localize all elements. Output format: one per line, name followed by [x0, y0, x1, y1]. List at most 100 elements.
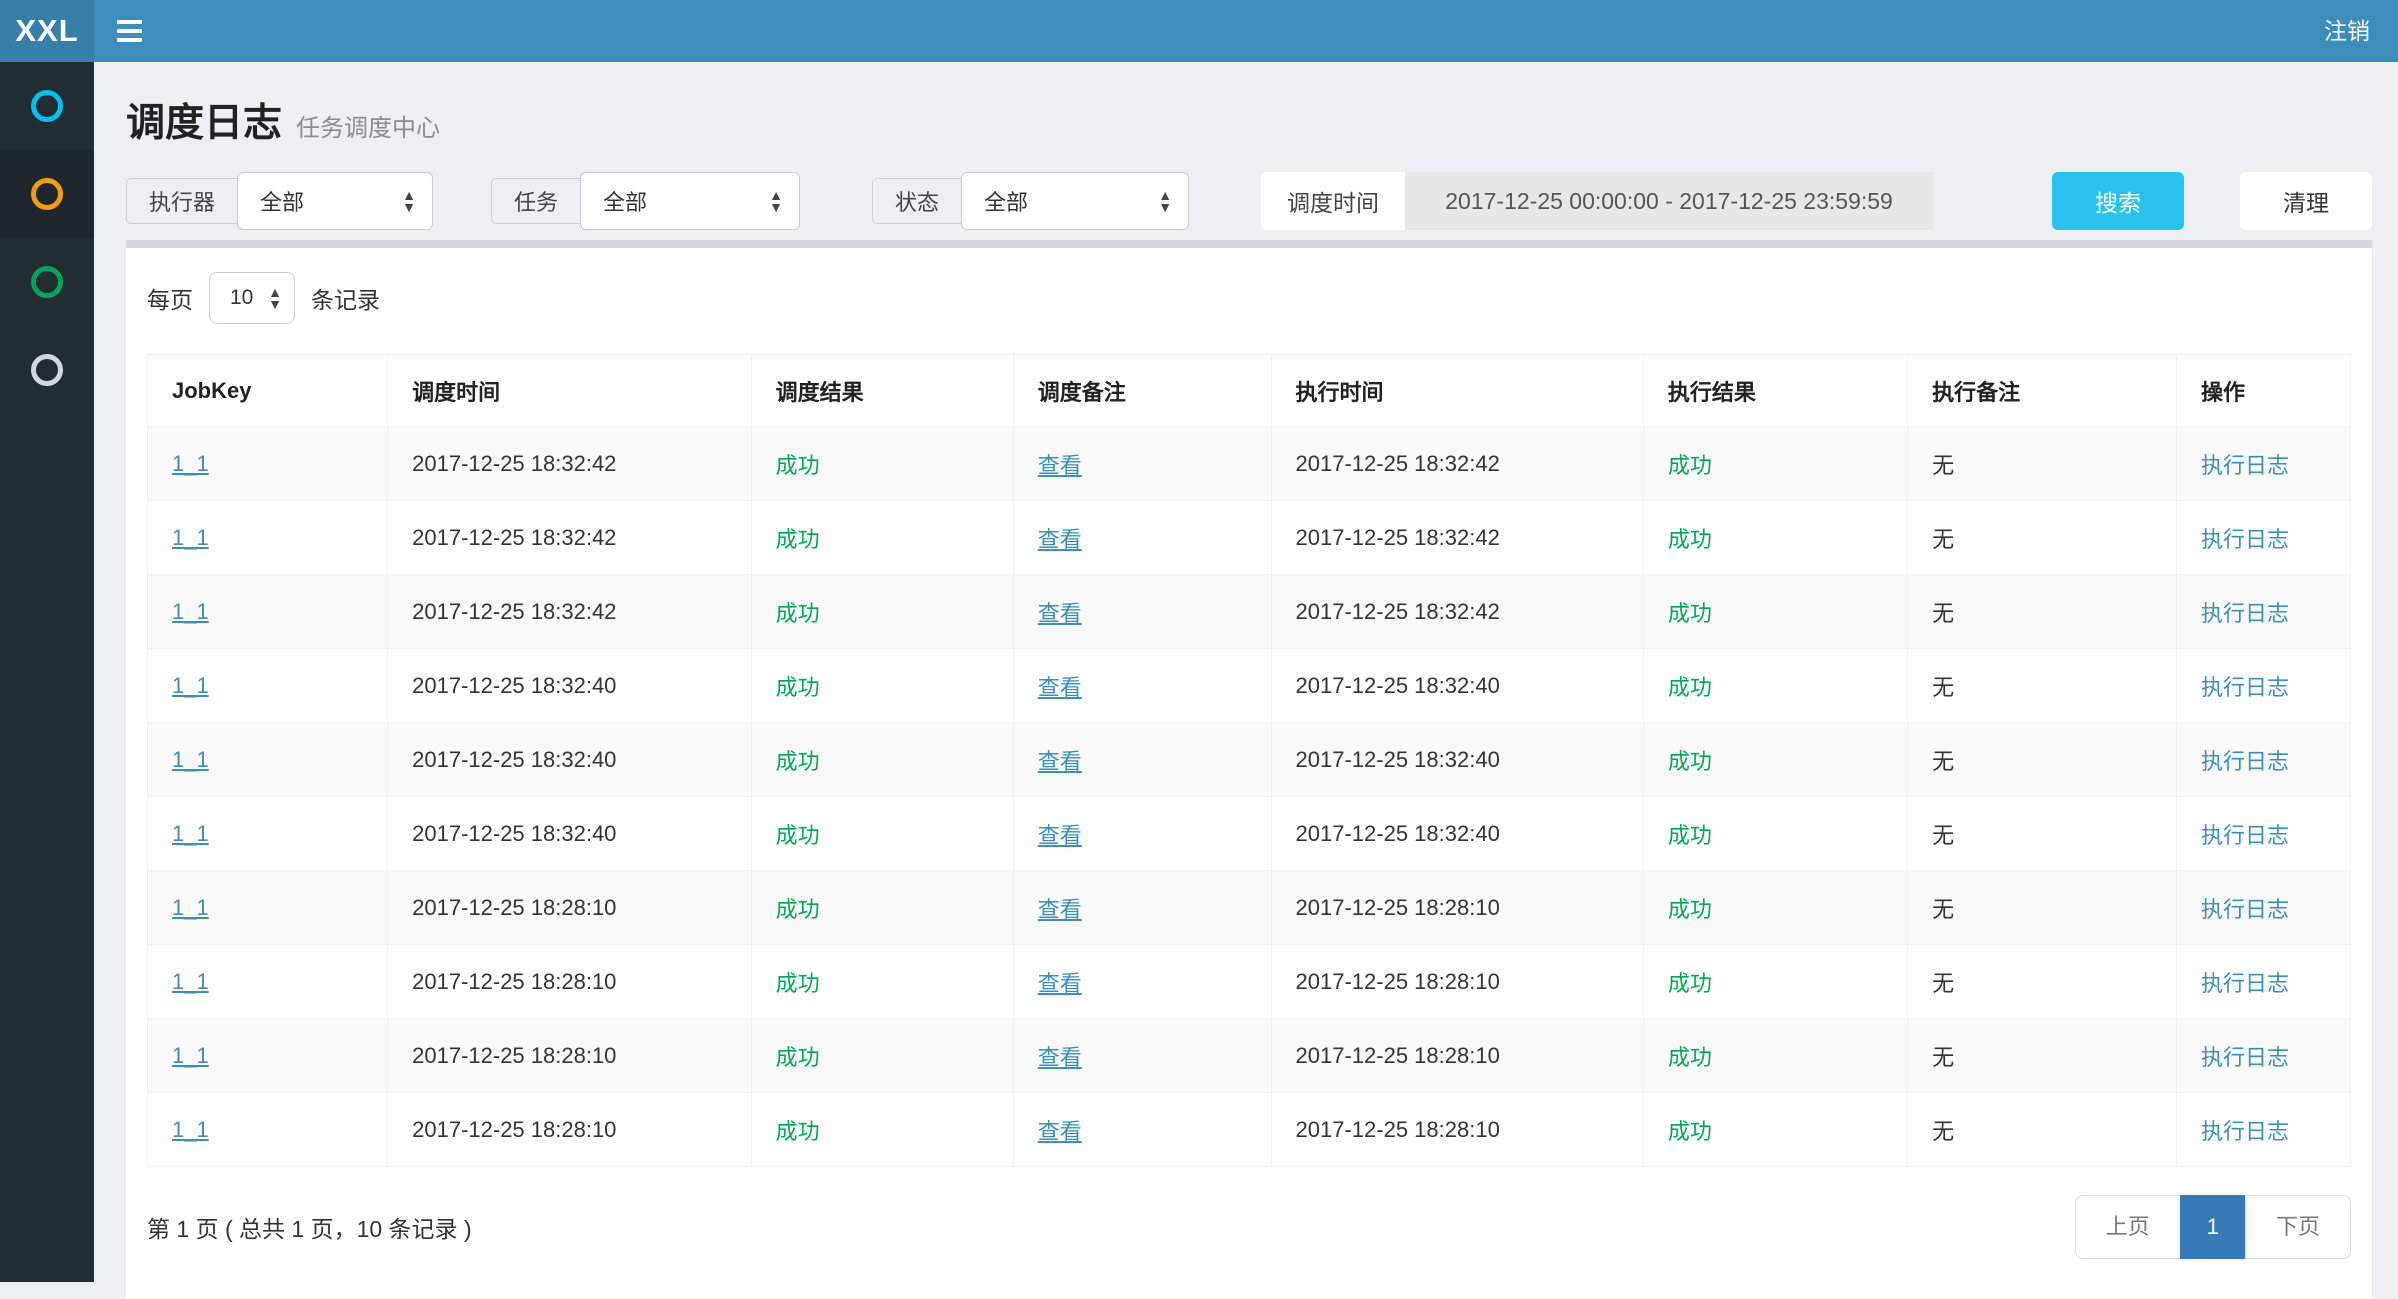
trigger-time-filter-label: 调度时间	[1261, 172, 1405, 230]
clear-logs-button[interactable]: 清理	[2240, 172, 2372, 230]
sidebar-toggle-button[interactable]	[102, 0, 156, 62]
trigger-msg-link[interactable]: 查看	[1038, 675, 1082, 700]
handle-result-cell: 成功	[1643, 871, 1907, 945]
handle-msg-cell: 无	[1908, 723, 2177, 797]
trigger-result-cell: 成功	[751, 871, 1013, 945]
log-table-panel: 每页 10 ▲▼ 条记录 JobKey调度时间调度结果调度备注执行时间执行结果执…	[126, 240, 2372, 1299]
execution-log-link[interactable]: 执行日志	[2201, 897, 2289, 922]
trigger-msg-link[interactable]: 查看	[1038, 527, 1082, 552]
trigger-time-cell: 2017-12-25 18:32:40	[388, 723, 751, 797]
handle-result-cell: 成功	[1643, 427, 1907, 501]
job-key-link[interactable]: 1_1	[172, 969, 209, 994]
execution-log-link[interactable]: 执行日志	[2201, 1045, 2289, 1070]
trigger-time-cell: 2017-12-25 18:32:40	[388, 797, 751, 871]
handle-result-cell: 成功	[1643, 1019, 1907, 1093]
job-key-link[interactable]: 1_1	[172, 673, 209, 698]
trigger-msg-link[interactable]: 查看	[1038, 601, 1082, 626]
job-key-link[interactable]: 1_1	[172, 747, 209, 772]
trigger-time-cell: 2017-12-25 18:32:40	[388, 649, 751, 723]
job-key-link[interactable]: 1_1	[172, 895, 209, 920]
execution-log-link[interactable]: 执行日志	[2201, 1119, 2289, 1144]
handle-result-cell: 成功	[1643, 649, 1907, 723]
handle-msg-cell: 无	[1908, 1019, 2177, 1093]
trigger-msg-link[interactable]: 查看	[1038, 749, 1082, 774]
trigger-time-cell: 2017-12-25 18:28:10	[388, 871, 751, 945]
prev-page-button[interactable]: 上页	[2075, 1195, 2181, 1259]
circle-icon	[31, 354, 63, 386]
executor-select-value: 全部	[260, 185, 304, 217]
select-arrows-icon: ▲▼	[384, 189, 416, 213]
trigger-msg-link[interactable]: 查看	[1038, 897, 1082, 922]
job-key-link[interactable]: 1_1	[172, 451, 209, 476]
executor-select[interactable]: 全部 ▲▼	[237, 172, 433, 230]
execution-log-link[interactable]: 执行日志	[2201, 675, 2289, 700]
execution-log-link[interactable]: 执行日志	[2201, 971, 2289, 996]
circle-icon	[31, 178, 63, 210]
job-key-link[interactable]: 1_1	[172, 1117, 209, 1142]
page-size-value: 10	[230, 286, 253, 310]
handle-time-cell: 2017-12-25 18:28:10	[1271, 1093, 1643, 1167]
handle-msg-cell: 无	[1908, 427, 2177, 501]
circle-icon	[31, 266, 63, 298]
table-row: 1_1 2017-12-25 18:28:10 成功 查看 2017-12-25…	[148, 1093, 2351, 1167]
logout-link[interactable]: 注销	[2296, 0, 2398, 62]
search-button[interactable]: 搜索	[2052, 172, 2184, 230]
status-select[interactable]: 全部 ▲▼	[961, 172, 1189, 230]
trigger-result-cell: 成功	[751, 501, 1013, 575]
hamburger-icon	[117, 38, 142, 42]
sidebar-item-2[interactable]	[0, 150, 94, 238]
column-header: 执行结果	[1643, 355, 1907, 427]
table-row: 1_1 2017-12-25 18:28:10 成功 查看 2017-12-25…	[148, 1019, 2351, 1093]
trigger-msg-link[interactable]: 查看	[1038, 971, 1082, 996]
handle-msg-cell: 无	[1908, 649, 2177, 723]
executor-filter-group: 执行器 全部 ▲▼	[126, 172, 433, 230]
select-arrows-icon: ▲▼	[1140, 189, 1172, 213]
handle-time-cell: 2017-12-25 18:32:40	[1271, 723, 1643, 797]
trigger-msg-link[interactable]: 查看	[1038, 453, 1082, 478]
job-key-link[interactable]: 1_1	[172, 525, 209, 550]
trigger-time-cell: 2017-12-25 18:28:10	[388, 945, 751, 1019]
page-size-select[interactable]: 10 ▲▼	[209, 272, 295, 324]
job-key-link[interactable]: 1_1	[172, 599, 209, 624]
page-subtitle: 任务调度中心	[296, 108, 440, 143]
handle-time-cell: 2017-12-25 18:32:40	[1271, 649, 1643, 723]
status-filter-label: 状态	[872, 178, 961, 224]
sidebar-item-4[interactable]	[0, 326, 94, 414]
column-header: 执行备注	[1908, 355, 2177, 427]
sidebar-item-1[interactable]	[0, 62, 94, 150]
current-page-button[interactable]: 1	[2180, 1195, 2246, 1259]
handle-result-cell: 成功	[1643, 501, 1907, 575]
execution-log-link[interactable]: 执行日志	[2201, 453, 2289, 478]
handle-time-cell: 2017-12-25 18:28:10	[1271, 1019, 1643, 1093]
job-key-link[interactable]: 1_1	[172, 821, 209, 846]
column-header: JobKey	[148, 355, 388, 427]
hamburger-icon	[117, 20, 142, 24]
select-arrows-icon: ▲▼	[751, 189, 783, 213]
execution-log-link[interactable]: 执行日志	[2201, 527, 2289, 552]
hamburger-icon	[117, 29, 142, 33]
trigger-time-cell: 2017-12-25 18:32:42	[388, 427, 751, 501]
execution-log-link[interactable]: 执行日志	[2201, 823, 2289, 848]
filter-toolbar: 执行器 全部 ▲▼ 任务 全部 ▲▼ 状态 全部 ▲▼ 调度时间 2017-12…	[126, 172, 2372, 230]
sidebar-item-3[interactable]	[0, 238, 94, 326]
next-page-button[interactable]: 下页	[2245, 1195, 2351, 1259]
status-filter-group: 状态 全部 ▲▼	[872, 172, 1189, 230]
handle-msg-cell: 无	[1908, 945, 2177, 1019]
status-select-value: 全部	[984, 185, 1028, 217]
app-logo[interactable]: XXL	[0, 0, 94, 62]
trigger-msg-link[interactable]: 查看	[1038, 1119, 1082, 1144]
table-row: 1_1 2017-12-25 18:32:40 成功 查看 2017-12-25…	[148, 649, 2351, 723]
execution-log-link[interactable]: 执行日志	[2201, 749, 2289, 774]
column-header: 调度时间	[388, 355, 751, 427]
handle-result-cell: 成功	[1643, 723, 1907, 797]
pagination-bar: 第 1 页 ( 总共 1 页，10 条记录 ) 上页 1 下页	[147, 1195, 2351, 1259]
trigger-msg-link[interactable]: 查看	[1038, 823, 1082, 848]
page-title: 调度日志	[126, 92, 282, 148]
execution-log-link[interactable]: 执行日志	[2201, 601, 2289, 626]
job-select[interactable]: 全部 ▲▼	[580, 172, 800, 230]
handle-time-cell: 2017-12-25 18:32:42	[1271, 501, 1643, 575]
trigger-time-range-input[interactable]: 2017-12-25 00:00:00 - 2017-12-25 23:59:5…	[1405, 172, 1933, 230]
job-key-link[interactable]: 1_1	[172, 1043, 209, 1068]
job-filter-label: 任务	[491, 178, 580, 224]
trigger-msg-link[interactable]: 查看	[1038, 1045, 1082, 1070]
